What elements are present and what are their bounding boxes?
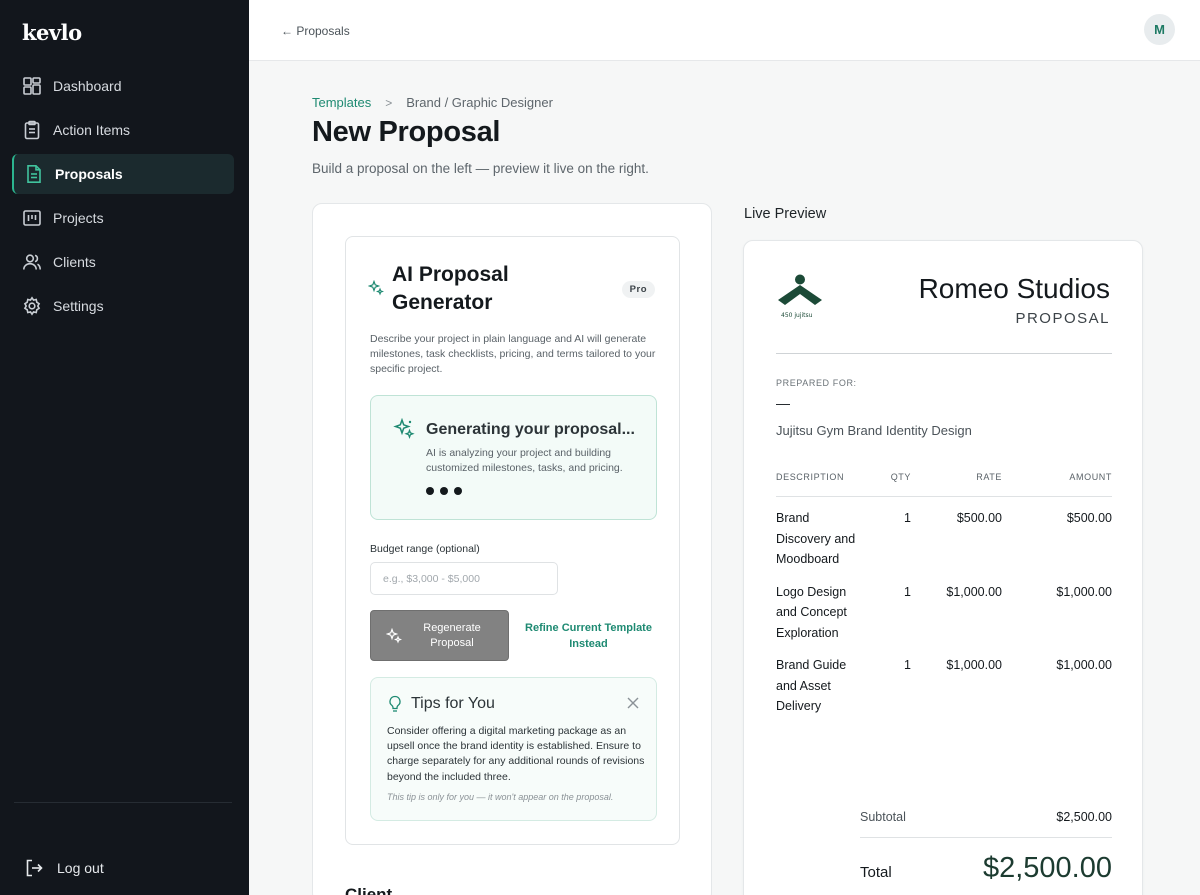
dashboard-icon xyxy=(23,77,41,95)
table-row: Brand Guide and Asset Delivery 1 $1,000.… xyxy=(776,644,1112,718)
header-divider xyxy=(776,353,1112,354)
logo-text: 450 jujitsu xyxy=(781,312,813,319)
row-qty: 1 xyxy=(904,584,911,599)
studio-logo: 450 jujitsu xyxy=(778,274,822,319)
sparkle-icon xyxy=(368,280,384,296)
pro-badge: Pro xyxy=(621,281,655,298)
prepared-for-value: — xyxy=(776,395,790,411)
subtotal-row: Subtotal $2,500.00 xyxy=(860,810,1112,824)
sidebar-item-settings[interactable]: Settings xyxy=(12,286,234,326)
sidebar: kevlo Dashboard Action Items Proposals P… xyxy=(0,0,249,895)
sidebar-item-label: Proposals xyxy=(55,166,123,182)
close-icon[interactable] xyxy=(626,696,640,710)
total-label: Total xyxy=(860,864,892,881)
generating-title: Generating your proposal... xyxy=(426,421,635,438)
ai-generator-title: AI Proposal Generator xyxy=(392,263,509,314)
sparkle-icon xyxy=(393,418,415,439)
breadcrumb: Templates > Brand / Graphic Designer xyxy=(312,95,553,110)
users-icon xyxy=(23,254,41,270)
sidebar-divider xyxy=(14,802,232,803)
row-description: Brand Discovery and Moodboard xyxy=(776,511,856,566)
row-description: Brand Guide and Asset Delivery xyxy=(776,658,847,713)
sidebar-item-label: Settings xyxy=(53,298,104,314)
row-qty: 1 xyxy=(904,658,911,672)
total-divider xyxy=(860,837,1112,838)
proposal-builder-panel: AI Proposal Generator Pro Describe your … xyxy=(312,203,712,895)
budget-range-label: Budget range (optional) xyxy=(370,543,480,555)
avatar[interactable]: M xyxy=(1144,14,1175,45)
tips-box: Tips for You Consider offering a digital… xyxy=(370,677,657,821)
clipboard-icon xyxy=(24,120,40,140)
row-rate: $1,000.00 xyxy=(946,658,1002,672)
sidebar-item-label: Clients xyxy=(53,254,96,270)
column-header-qty: QTY xyxy=(890,472,911,482)
row-amount: $1,000.00 xyxy=(1056,658,1112,672)
table-row: Brand Discovery and Moodboard 1 $500.00 … xyxy=(776,497,1112,571)
logout-button[interactable]: Log out xyxy=(24,858,104,878)
regenerate-proposal-label: Regenerate Proposal xyxy=(423,621,481,649)
column-header-description: DESCRIPTION xyxy=(776,472,845,482)
row-rate: $1,000.00 xyxy=(946,584,1002,599)
breadcrumb-current: Brand / Graphic Designer xyxy=(406,95,553,110)
sidebar-item-label: Action Items xyxy=(53,122,131,138)
prepared-for-label: PREPARED FOR: xyxy=(776,378,857,388)
sidebar-item-label: Dashboard xyxy=(53,78,122,94)
studio-name: Romeo Studios xyxy=(918,273,1110,304)
breadcrumb-templates-link[interactable]: Templates xyxy=(312,95,371,110)
logout-label: Log out xyxy=(57,860,104,876)
proposal-preview-document: 450 jujitsu Romeo Studios PROPOSAL PREPA… xyxy=(743,240,1143,895)
sidebar-item-proposals[interactable]: Proposals xyxy=(12,154,234,194)
row-description: Logo Design and Concept Exploration xyxy=(776,584,847,640)
regenerate-proposal-button[interactable]: Regenerate Proposal xyxy=(370,610,509,661)
row-rate: $500.00 xyxy=(956,511,1002,525)
table-row: Logo Design and Concept Exploration 1 $1… xyxy=(776,571,1112,645)
gear-icon xyxy=(23,296,41,316)
ai-generator-card: AI Proposal Generator Pro Describe your … xyxy=(345,236,680,845)
subtotal-value: $2,500.00 xyxy=(1056,810,1112,824)
sidebar-item-clients[interactable]: Clients xyxy=(12,242,234,282)
column-header-rate: RATE xyxy=(976,472,1002,482)
live-preview-label: Live Preview xyxy=(744,206,827,222)
loading-dots xyxy=(426,487,468,495)
sidebar-item-label: Projects xyxy=(53,210,104,226)
total-value: $2,500.00 xyxy=(982,852,1112,884)
row-qty: 1 xyxy=(904,511,911,525)
generating-status-box: Generating your proposal... AI is analyz… xyxy=(370,395,657,520)
subtotal-label: Subtotal xyxy=(860,810,906,824)
page-title: New Proposal xyxy=(312,116,501,148)
budget-range-input[interactable] xyxy=(370,562,558,595)
document-icon xyxy=(27,165,41,183)
lightbulb-icon xyxy=(389,695,401,712)
ai-generator-description: Describe your project in plain language … xyxy=(370,333,656,375)
back-to-proposals-link[interactable]: ← Proposals xyxy=(281,24,350,38)
client-section-heading: Client xyxy=(345,885,393,895)
table-header: DESCRIPTION QTY RATE AMOUNT xyxy=(776,467,1112,497)
proposal-label: PROPOSAL xyxy=(1015,310,1110,327)
line-items-table: DESCRIPTION QTY RATE AMOUNT Brand Discov… xyxy=(776,467,1112,718)
total-row: Total $2,500.00 xyxy=(860,852,1112,885)
sidebar-item-dashboard[interactable]: Dashboard xyxy=(12,66,234,106)
breadcrumb-separator: > xyxy=(385,95,393,110)
app-logo[interactable]: kevlo xyxy=(22,20,82,45)
tips-note: This tip is only for you — it won't appe… xyxy=(387,792,614,802)
tips-text: Consider offering a digital marketing pa… xyxy=(387,725,645,783)
page-subtitle: Build a proposal on the left — preview i… xyxy=(312,161,649,176)
sidebar-item-action-items[interactable]: Action Items xyxy=(12,110,234,150)
row-amount: $1,000.00 xyxy=(1056,584,1112,599)
sparkle-icon xyxy=(386,627,402,644)
logout-icon xyxy=(26,859,43,877)
sidebar-item-projects[interactable]: Projects xyxy=(12,198,234,238)
refine-template-link[interactable]: Refine Current Template Instead xyxy=(521,620,656,652)
row-amount: $500.00 xyxy=(1066,511,1112,525)
tips-title: Tips for You xyxy=(411,695,495,712)
generating-description: AI is analyzing your project and buildin… xyxy=(426,447,623,474)
project-title: Jujitsu Gym Brand Identity Design xyxy=(776,423,972,438)
top-bar: ← Proposals M xyxy=(249,0,1200,61)
projects-icon xyxy=(23,210,41,226)
column-header-amount: AMOUNT xyxy=(1069,472,1112,482)
sidebar-nav: Dashboard Action Items Proposals Project… xyxy=(12,66,234,330)
